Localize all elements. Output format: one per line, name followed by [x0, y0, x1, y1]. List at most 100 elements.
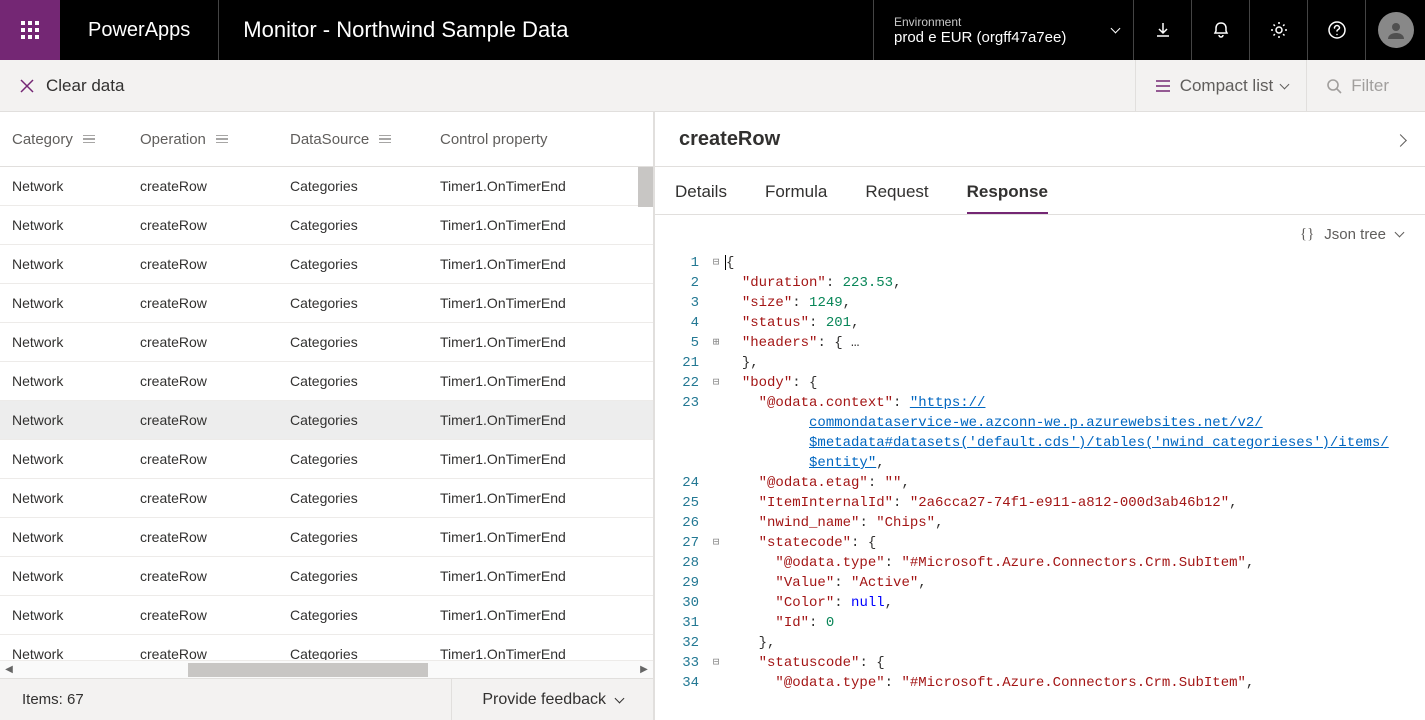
download-button[interactable]: [1133, 0, 1191, 60]
code-line[interactable]: 30 "Color": null,: [655, 593, 1425, 613]
cell-ds: Categories: [290, 646, 440, 660]
view-mode-switcher[interactable]: {} Json tree: [655, 215, 1425, 253]
fold-toggle: [707, 633, 725, 653]
code-line[interactable]: 31 "Id": 0: [655, 613, 1425, 633]
table-row[interactable]: NetworkcreateRowCategoriesTimer1.OnTimer…: [0, 479, 653, 518]
code-line[interactable]: 5⊞ "headers": { …: [655, 333, 1425, 353]
code-line[interactable]: 34 "@odata.type": "#Microsoft.Azure.Conn…: [655, 673, 1425, 693]
provide-feedback-button[interactable]: Provide feedback: [451, 679, 653, 720]
col-control-property[interactable]: Control property: [440, 131, 641, 148]
scroll-left-arrow[interactable]: ◀: [0, 664, 18, 675]
table-row[interactable]: NetworkcreateRowCategoriesTimer1.OnTimer…: [0, 206, 653, 245]
code-line[interactable]: 2 "duration": 223.53,: [655, 273, 1425, 293]
help-button[interactable]: [1307, 0, 1365, 60]
fold-toggle[interactable]: ⊟: [707, 373, 725, 393]
code-line[interactable]: 28 "@odata.type": "#Microsoft.Azure.Conn…: [655, 553, 1425, 573]
code-line[interactable]: 23 "@odata.context": "https://: [655, 393, 1425, 413]
settings-button[interactable]: [1249, 0, 1307, 60]
column-menu-icon[interactable]: [83, 135, 95, 144]
user-avatar[interactable]: [1365, 0, 1425, 60]
code-line[interactable]: 33⊟ "statuscode": {: [655, 653, 1425, 673]
app-launcher-button[interactable]: [0, 0, 60, 60]
vertical-scrollbar[interactable]: [638, 167, 653, 207]
line-number: 24: [655, 473, 707, 493]
code-line[interactable]: 4 "status": 201,: [655, 313, 1425, 333]
list-icon: [1154, 77, 1172, 95]
app-name[interactable]: PowerApps: [60, 0, 219, 60]
tab-request[interactable]: Request: [865, 182, 928, 214]
cell-cp: Timer1.OnTimerEnd: [440, 451, 641, 467]
compact-list-button[interactable]: Compact list: [1135, 60, 1307, 111]
fold-toggle: [707, 393, 725, 413]
fold-toggle[interactable]: ⊞: [707, 333, 725, 353]
scroll-right-arrow[interactable]: ▶: [635, 664, 653, 675]
tab-formula[interactable]: Formula: [765, 182, 827, 214]
col-operation[interactable]: Operation: [140, 131, 290, 148]
table-row[interactable]: NetworkcreateRowCategoriesTimer1.OnTimer…: [0, 362, 653, 401]
line-number: 28: [655, 553, 707, 573]
code-line[interactable]: 29 "Value": "Active",: [655, 573, 1425, 593]
line-number: 29: [655, 573, 707, 593]
cell-op: createRow: [140, 451, 290, 467]
fold-toggle: [707, 493, 725, 513]
code-line[interactable]: 24 "@odata.etag": "",: [655, 473, 1425, 493]
code-line[interactable]: 3 "size": 1249,: [655, 293, 1425, 313]
code-line[interactable]: commondataservice-we.azconn-we.p.azurewe…: [655, 413, 1425, 433]
code-line[interactable]: 1⊟{: [655, 253, 1425, 273]
tab-details[interactable]: Details: [675, 182, 727, 214]
clear-data-button[interactable]: Clear data: [18, 76, 124, 96]
scroll-thumb[interactable]: [188, 663, 428, 677]
table-row[interactable]: NetworkcreateRowCategoriesTimer1.OnTimer…: [0, 401, 653, 440]
column-menu-icon[interactable]: [216, 135, 228, 144]
response-body-viewer[interactable]: 1⊟{2 "duration": 223.53,3 "size": 1249,4…: [655, 253, 1425, 720]
column-menu-icon[interactable]: [379, 135, 391, 144]
tab-response[interactable]: Response: [967, 182, 1048, 214]
table-row[interactable]: NetworkcreateRowCategoriesTimer1.OnTimer…: [0, 245, 653, 284]
table-row[interactable]: NetworkcreateRowCategoriesTimer1.OnTimer…: [0, 440, 653, 479]
table-row[interactable]: NetworkcreateRowCategoriesTimer1.OnTimer…: [0, 596, 653, 635]
line-content: },: [725, 633, 1425, 653]
table-row[interactable]: NetworkcreateRowCategoriesTimer1.OnTimer…: [0, 284, 653, 323]
code-line[interactable]: $metadata#datasets('default.cds')/tables…: [655, 433, 1425, 453]
filter-button[interactable]: Filter: [1306, 60, 1407, 111]
fold-toggle[interactable]: ⊟: [707, 533, 725, 553]
code-line[interactable]: 27⊟ "statecode": {: [655, 533, 1425, 553]
line-number: 33: [655, 653, 707, 673]
col-datasource-label: DataSource: [290, 131, 369, 148]
scroll-track[interactable]: [18, 663, 635, 677]
table-row[interactable]: NetworkcreateRowCategoriesTimer1.OnTimer…: [0, 518, 653, 557]
table-row[interactable]: NetworkcreateRowCategoriesTimer1.OnTimer…: [0, 167, 653, 206]
cell-op: createRow: [140, 568, 290, 584]
cell-ds: Categories: [290, 217, 440, 233]
notifications-button[interactable]: [1191, 0, 1249, 60]
line-number: 4: [655, 313, 707, 333]
page-title: Monitor - Northwind Sample Data: [219, 0, 592, 60]
cell-ds: Categories: [290, 373, 440, 389]
fold-toggle[interactable]: ⊟: [707, 653, 725, 673]
col-datasource[interactable]: DataSource: [290, 131, 440, 148]
fold-toggle: [707, 273, 725, 293]
cell-cat: Network: [12, 451, 140, 467]
horizontal-scrollbar[interactable]: ◀ ▶: [0, 660, 653, 678]
table-row[interactable]: NetworkcreateRowCategoriesTimer1.OnTimer…: [0, 323, 653, 362]
table-row[interactable]: NetworkcreateRowCategoriesTimer1.OnTimer…: [0, 557, 653, 596]
grid-body[interactable]: NetworkcreateRowCategoriesTimer1.OnTimer…: [0, 167, 653, 660]
line-number: 22: [655, 373, 707, 393]
cell-cp: Timer1.OnTimerEnd: [440, 529, 641, 545]
code-line[interactable]: 25 "ItemInternalId": "2a6cca27-74f1-e911…: [655, 493, 1425, 513]
code-line[interactable]: 26 "nwind_name": "Chips",: [655, 513, 1425, 533]
code-line[interactable]: 21 },: [655, 353, 1425, 373]
cell-ds: Categories: [290, 256, 440, 272]
table-row[interactable]: NetworkcreateRowCategoriesTimer1.OnTimer…: [0, 635, 653, 660]
cell-ds: Categories: [290, 334, 440, 350]
fold-toggle: [707, 353, 725, 373]
fold-toggle[interactable]: ⊟: [707, 253, 725, 273]
code-line[interactable]: 32 },: [655, 633, 1425, 653]
environment-picker[interactable]: Environment prod e EUR (orgff47a7ee): [873, 0, 1133, 60]
code-line[interactable]: $entity",: [655, 453, 1425, 473]
col-category[interactable]: Category: [12, 131, 140, 148]
collapse-button[interactable]: [1396, 128, 1405, 151]
code-line[interactable]: 22⊟ "body": {: [655, 373, 1425, 393]
line-content: {: [725, 253, 1425, 273]
cell-op: createRow: [140, 256, 290, 272]
